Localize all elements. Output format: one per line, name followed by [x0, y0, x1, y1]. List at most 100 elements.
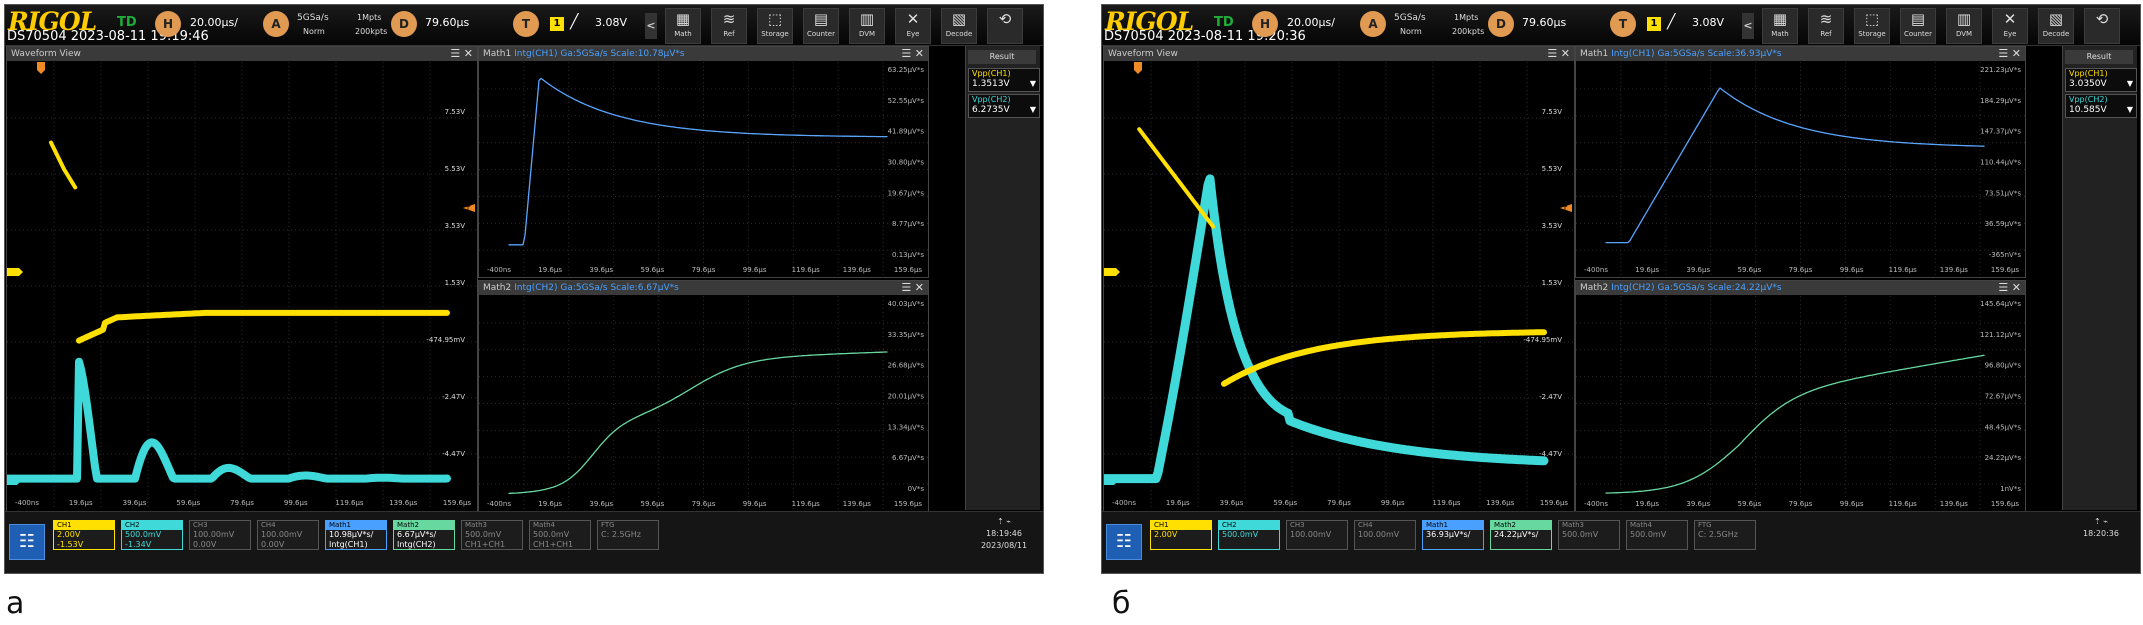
refresh-button[interactable]: ⟲ — [2084, 8, 2120, 44]
decode-button[interactable]: ▧ Decode — [2038, 8, 2074, 44]
measurement-item[interactable]: Vpp(CH2) 6.2735V ▼ — [968, 94, 1040, 118]
waveform-plot: 7.53V 5.53V 3.53V 1.53V -474.95mV -2.47V -4.47… — [7, 62, 477, 510]
x-tick-label: 159.6µs — [1991, 266, 2019, 274]
y-tick-label: 6.67µV*s — [892, 454, 924, 462]
window-controls[interactable]: ☰ ✕ — [901, 47, 924, 61]
ref-button[interactable]: ≋ Ref — [1808, 8, 1844, 44]
ch2-status-box[interactable]: CH2 500.0mV — [1218, 520, 1280, 550]
horizontal-knob[interactable]: H — [155, 11, 181, 37]
dvm-button[interactable]: ▥ DVM — [1946, 8, 1982, 44]
home-button[interactable]: ☷ — [1106, 524, 1142, 560]
ch2-status-box[interactable]: CH2 500.0mV -1.34V — [121, 520, 183, 550]
y-tick-label: 72.67µV*s — [1985, 393, 2022, 401]
trigger-knob[interactable]: T — [1610, 11, 1636, 37]
toolbar-label: Counter — [1904, 30, 1932, 38]
acquisition-knob[interactable]: A — [263, 11, 289, 37]
ftg-status-box[interactable]: FTG C: 2.5GHz — [597, 520, 659, 550]
ch4-status-box[interactable]: CH4 100.00mV 0.00V — [257, 520, 319, 550]
math-button[interactable]: ▦ Math — [1762, 8, 1798, 44]
ch3-status-box[interactable]: CH3 100.00mV 0.00V — [189, 520, 251, 550]
ch1-offset-marker — [1104, 268, 1120, 276]
ch3-status-box[interactable]: CH3 100.00mV — [1286, 520, 1348, 550]
x-tick-label: 139.6µs — [1486, 499, 1514, 507]
horizontal-knob[interactable]: H — [1252, 11, 1278, 37]
m3-status-box[interactable]: Math3 500.0mV CH1+CH1 — [461, 520, 523, 550]
x-tick-label: -400ns — [487, 266, 511, 274]
math2-window: Math2 Intg(CH2) Ga:5GSa/s Scale:6.67µV*s… — [478, 280, 929, 512]
m2-status-box[interactable]: Math2 6.67µV*s/Intg(CH2) — [393, 520, 455, 550]
m1-status-box[interactable]: Math1 36.93µV*s/ — [1422, 520, 1484, 550]
x-tick-label: 79.6µs — [692, 266, 716, 274]
x-tick-label: 19.6µs — [69, 499, 93, 507]
ch1-waveform — [76, 309, 450, 344]
ftg-offset: C: 2.5GHz — [1698, 530, 1738, 539]
acquisition-knob[interactable]: A — [1360, 11, 1386, 37]
ch4-scale: 100.00mV — [261, 530, 303, 539]
measurement-item[interactable]: Vpp(CH2) 10.585V ▼ — [2065, 94, 2137, 118]
math2-plot: 145.64µV*s 121.12µV*s 96.80µV*s 72.67µV*s 48… — [1576, 296, 2025, 511]
measurement-item[interactable]: Vpp(CH1) 3.0350V ▼ — [2065, 68, 2137, 92]
x-tick-label: 159.6µs — [1540, 499, 1568, 507]
measurement-item[interactable]: Vpp(CH1) 1.3513V ▼ — [968, 68, 1040, 92]
trigger-knob[interactable]: T — [513, 11, 539, 37]
m2-status-box[interactable]: Math2 24.22µV*s/ — [1490, 520, 1552, 550]
counter-button[interactable]: ▤ Counter — [803, 8, 839, 44]
dvm-button[interactable]: ▥ DVM — [849, 8, 885, 44]
math1-function: Intg(CH1) — [514, 49, 558, 59]
storage-button[interactable]: ⬚ Storage — [757, 8, 793, 44]
window-controls[interactable]: ☰ ✕ — [901, 281, 924, 295]
delay-knob[interactable]: D — [391, 11, 417, 37]
ch1-offset-marker — [7, 268, 23, 276]
ch1-status-box[interactable]: CH1 2.00V -1.53V — [53, 520, 115, 550]
ch3-scale: 100.00mV — [1290, 530, 1332, 539]
ch4-status-box[interactable]: CH4 100.00mV — [1354, 520, 1416, 550]
decode-button[interactable]: ▧ Decode — [941, 8, 977, 44]
delay-knob[interactable]: D — [1488, 11, 1514, 37]
x-tick-label: 119.6µs — [1432, 499, 1460, 507]
y-tick-label: 52.55µV*s — [888, 97, 925, 105]
toolbar-label: Ref — [723, 30, 735, 38]
ref-button[interactable]: ≋ Ref — [711, 8, 747, 44]
eye-button[interactable]: ✕ Eye — [895, 8, 931, 44]
toolbar-scroll-left-button[interactable]: < — [1742, 13, 1754, 39]
counter-button[interactable]: ▤ Counter — [1900, 8, 1936, 44]
toolbar-label: Counter — [807, 30, 835, 38]
window-title-text: Waveform View — [1108, 49, 1178, 59]
math2-title: Math2 Intg(CH2) Ga:5GSa/s Scale:24.22µV*… — [1576, 281, 2025, 295]
m4-status-box[interactable]: Math4 500.0mV — [1626, 520, 1688, 550]
grid — [479, 62, 928, 277]
math1-window: Math1 Intg(CH1) Ga:5GSa/s Scale:36.93µV*… — [1575, 46, 2026, 278]
m4-status-box[interactable]: Math4 500.0mV CH1+CH1 — [529, 520, 591, 550]
math-button[interactable]: ▦ Math — [665, 8, 701, 44]
x-tick-label: 79.6µs — [1327, 499, 1351, 507]
m1-status-box[interactable]: Math1 10.98µV*s/Intg(CH1) — [325, 520, 387, 550]
result-panel: Result Vpp(CH1) 1.3513V ▼ Vpp(CH2) 6.2735V ▼ — [965, 46, 1040, 510]
window-controls[interactable]: ☰ ✕ — [1547, 47, 1570, 61]
eye-button[interactable]: ✕ Eye — [1992, 8, 2028, 44]
math1-trace — [508, 77, 888, 246]
ftg-status-box[interactable]: FTG C: 2.5GHz — [1694, 520, 1756, 550]
home-button[interactable]: ☷ — [9, 524, 45, 560]
top-toolbar: RIGOL DS70504 2023-08-11 19:19:46 TD H 20.00… — [5, 5, 1043, 46]
window-controls[interactable]: ☰ ✕ — [1998, 47, 2021, 61]
window-controls[interactable]: ☰ ✕ — [450, 47, 473, 61]
eye-icon: ✕ — [2003, 10, 2017, 28]
x-tick-label: 159.6µs — [894, 500, 922, 508]
x-tick-label: 19.6µs — [1635, 500, 1659, 508]
bottom-status-bar: ☷ CH1 2.00V -1.53V CH2 500.0mV -1.34V CH3 100.00… — [5, 511, 1043, 573]
ch2-scale: 500.0mV — [1222, 530, 1259, 539]
ref-icon: ≋ — [1819, 10, 1833, 28]
toolbar-scroll-left-button[interactable]: < — [645, 13, 657, 39]
refresh-button[interactable]: ⟲ — [987, 8, 1023, 44]
y-tick-label: 1.53V — [1542, 279, 1563, 287]
refresh-icon: ⟲ — [2095, 10, 2109, 28]
trigger-status: TD — [1214, 15, 1234, 30]
trigger-level-value: 3.08V — [595, 16, 628, 29]
m3-status-box[interactable]: Math3 500.0mV — [1558, 520, 1620, 550]
x-tick-label: 79.6µs — [1789, 500, 1813, 508]
storage-button[interactable]: ⬚ Storage — [1854, 8, 1890, 44]
ch1-status-box[interactable]: CH1 2.00V — [1150, 520, 1212, 550]
x-tick-label: 19.6µs — [538, 500, 562, 508]
x-tick-label: 39.6µs — [589, 500, 613, 508]
window-controls[interactable]: ☰ ✕ — [1998, 281, 2021, 295]
